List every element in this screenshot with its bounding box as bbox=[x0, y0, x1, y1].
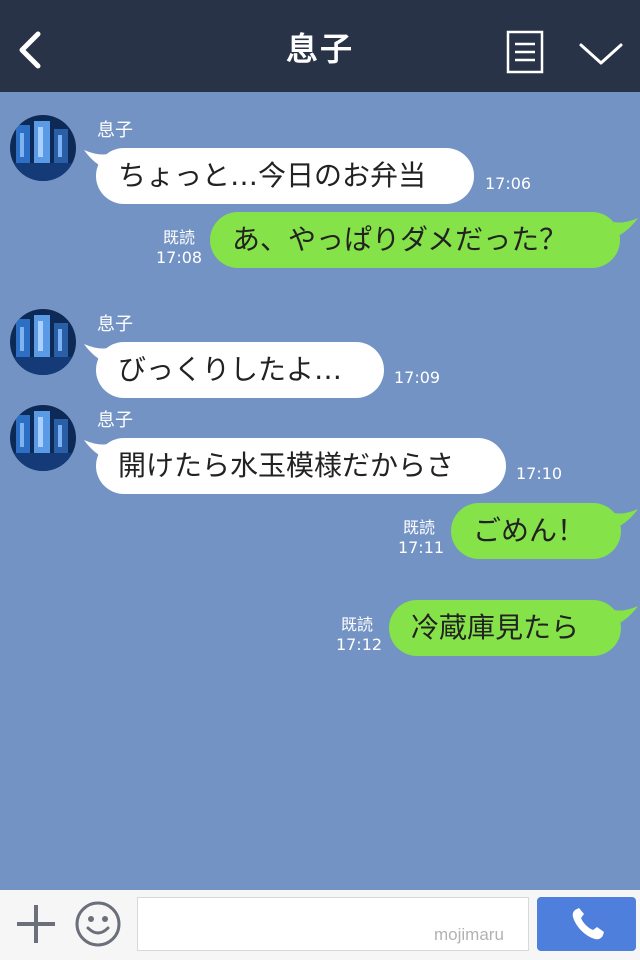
read-receipt: 既読 bbox=[402, 518, 435, 537]
message-time: 17:06 bbox=[485, 174, 532, 193]
avatar-image bbox=[10, 405, 76, 471]
message-bubble[interactable]: 冷蔵庫見たら bbox=[389, 600, 621, 656]
read-receipt: 既読 bbox=[162, 228, 195, 247]
smiley-icon[interactable] bbox=[74, 900, 122, 948]
phone-icon bbox=[572, 908, 604, 940]
message-bubble[interactable]: ごめん！ bbox=[451, 503, 621, 559]
avatar-image bbox=[10, 115, 76, 181]
message-list[interactable]: 息子 ちょっと…今日のお弁当 17:06 既読 17:08 あ、やっぱりダメだっ… bbox=[0, 92, 640, 890]
message-time: 17:11 bbox=[397, 538, 445, 557]
message-time: 17:09 bbox=[394, 368, 441, 387]
plus-icon[interactable] bbox=[14, 902, 58, 946]
message-time: 17:08 bbox=[156, 248, 203, 267]
avatar[interactable] bbox=[10, 405, 76, 471]
message-time: 17:10 bbox=[516, 464, 563, 483]
message-time: 17:12 bbox=[335, 635, 383, 654]
message-bubble[interactable]: びっくりしたよ… bbox=[96, 342, 384, 398]
call-button[interactable] bbox=[537, 897, 636, 951]
notes-icon[interactable] bbox=[506, 30, 544, 74]
message-bubble[interactable]: あ、やっぱりダメだった？ bbox=[210, 212, 620, 268]
sender-name: 息子 bbox=[97, 120, 133, 141]
sender-name: 息子 bbox=[97, 410, 133, 431]
chevron-down-icon[interactable] bbox=[578, 40, 624, 68]
chat-header: 息子 bbox=[0, 0, 640, 92]
read-receipt: 既読 bbox=[340, 615, 373, 634]
watermark-text: mojimaru bbox=[434, 925, 504, 944]
sender-name: 息子 bbox=[97, 314, 133, 335]
bubble-tail bbox=[614, 606, 638, 626]
bubble-tail bbox=[614, 509, 638, 529]
message-bubble[interactable]: 開けたら水玉模様だからさ bbox=[96, 438, 506, 494]
message-bubble[interactable]: ちょっと…今日のお弁当 bbox=[96, 148, 474, 204]
avatar[interactable] bbox=[10, 309, 76, 375]
bubble-tail bbox=[614, 218, 638, 238]
avatar[interactable] bbox=[10, 115, 76, 181]
chat-title: 息子 bbox=[285, 30, 354, 68]
avatar-image bbox=[10, 309, 76, 375]
